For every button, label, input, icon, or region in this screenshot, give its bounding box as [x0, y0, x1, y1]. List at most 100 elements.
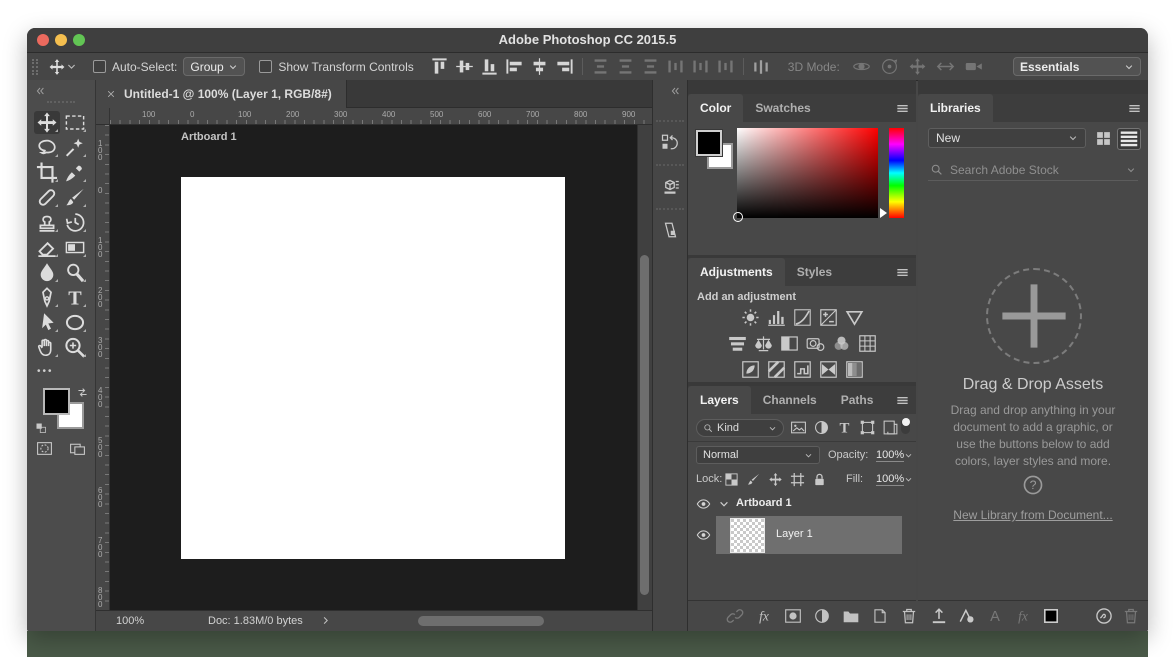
distribute-right-edges-icon[interactable]: [716, 57, 735, 76]
creative-cloud-icon[interactable]: [1095, 607, 1113, 625]
screen-mode-button[interactable]: [68, 440, 87, 457]
distribute-horizontal-centers-icon[interactable]: [691, 57, 710, 76]
vertical-scrollbar[interactable]: [637, 125, 652, 610]
color-balance-adjustment-icon[interactable]: [754, 334, 773, 353]
new-library-from-document-link[interactable]: New Library from Document...: [918, 508, 1148, 522]
filter-shape-layers-icon[interactable]: [859, 419, 876, 436]
expand-panels-icon[interactable]: [669, 85, 681, 97]
align-right-edges-icon[interactable]: [555, 57, 574, 76]
layer-row-layer-1[interactable]: Layer 1: [688, 516, 916, 554]
foreground-color-swatch[interactable]: [696, 130, 722, 156]
gradient-map-adjustment-icon[interactable]: [819, 360, 838, 379]
fill-chevron-icon[interactable]: [904, 475, 913, 484]
align-top-edges-icon[interactable]: [430, 57, 449, 76]
add-graphic-icon[interactable]: [930, 607, 948, 625]
rectangular-marquee-tool[interactable]: [62, 111, 88, 134]
saturation-brightness-field[interactable]: [737, 128, 878, 218]
crop-tool[interactable]: [34, 161, 60, 184]
lock-position-icon[interactable]: [768, 472, 783, 487]
distribute-left-edges-icon[interactable]: [666, 57, 685, 76]
auto-select-checkbox[interactable]: [93, 60, 106, 73]
tab-libraries[interactable]: Libraries: [918, 94, 993, 122]
grid-view-icon[interactable]: [1095, 130, 1112, 147]
tab-paths[interactable]: Paths: [829, 386, 886, 414]
color-panel-menu-icon[interactable]: [895, 101, 910, 116]
title-bar[interactable]: Adobe Photoshop CC 2015.5: [27, 28, 1148, 53]
link-layers-icon[interactable]: [726, 607, 744, 625]
dodge-tool[interactable]: [62, 261, 88, 284]
options-bar-grip[interactable]: [32, 59, 38, 75]
gradient-tool[interactable]: [62, 236, 88, 259]
ellipse-tool[interactable]: [62, 311, 88, 334]
layer-filter-toggle[interactable]: [901, 418, 910, 434]
horizontal-scrollbar-thumb[interactable]: [418, 616, 544, 626]
quick-mask-button[interactable]: [35, 440, 54, 457]
lasso-tool[interactable]: [34, 136, 60, 159]
new-adjustment-layer-icon[interactable]: [813, 607, 831, 625]
list-view-button[interactable]: [1117, 128, 1141, 150]
zoom-level-field[interactable]: 100%: [116, 615, 144, 627]
3d-pan-icon[interactable]: [908, 57, 927, 76]
artboard-label[interactable]: Artboard 1: [181, 131, 237, 143]
path-selection-tool[interactable]: [34, 311, 60, 334]
tab-swatches[interactable]: Swatches: [743, 94, 822, 122]
invert-adjustment-icon[interactable]: [741, 360, 760, 379]
canvas[interactable]: Artboard 1: [110, 125, 637, 610]
hue-saturation-adjustment-icon[interactable]: [728, 334, 747, 353]
tab-layers[interactable]: Layers: [688, 386, 751, 414]
tab-color[interactable]: Color: [688, 94, 743, 122]
history-brush-tool[interactable]: [62, 211, 88, 234]
3d-orbit-icon[interactable]: [852, 57, 871, 76]
move-tool[interactable]: [34, 111, 60, 134]
exposure-adjustment-icon[interactable]: [819, 308, 838, 327]
collapse-tools-icon[interactable]: [34, 85, 46, 97]
distribute-bottom-edges-icon[interactable]: [641, 57, 660, 76]
add-layer-mask-icon[interactable]: [784, 607, 802, 625]
type-tool[interactable]: T: [62, 286, 88, 309]
layer-style-icon[interactable]: fx: [755, 607, 773, 625]
color-lookup-adjustment-icon[interactable]: [858, 334, 877, 353]
history-panel-icon[interactable]: [656, 120, 684, 156]
threshold-adjustment-icon[interactable]: [793, 360, 812, 379]
tab-styles[interactable]: Styles: [785, 258, 844, 286]
delete-layer-icon[interactable]: [900, 607, 918, 625]
vertical-scrollbar-thumb[interactable]: [640, 255, 649, 595]
libraries-panel-menu-icon[interactable]: [1127, 101, 1142, 116]
selective-color-adjustment-icon[interactable]: [845, 360, 864, 379]
layer-visibility-icon[interactable]: [696, 528, 711, 543]
align-bottom-edges-icon[interactable]: [480, 57, 499, 76]
lock-image-pixels-icon[interactable]: [746, 472, 761, 487]
layer-row-artboard-1[interactable]: Artboard 1: [688, 492, 916, 516]
distribute-top-edges-icon[interactable]: [591, 57, 610, 76]
3d-camera-icon[interactable]: [964, 57, 983, 76]
filter-pixel-layers-icon[interactable]: [790, 419, 807, 436]
vertical-ruler[interactable]: 1 0 001 0 02 0 03 0 04 0 05 0 06 0 07 0 …: [96, 125, 110, 610]
eyedropper-tool[interactable]: [62, 161, 88, 184]
spot-healing-brush-tool[interactable]: [34, 186, 60, 209]
delete-item-icon[interactable]: [1122, 607, 1140, 625]
horizontal-scrollbar[interactable]: [418, 616, 544, 626]
pen-tool[interactable]: [34, 286, 60, 309]
drop-target-circle[interactable]: [986, 268, 1082, 364]
adjustments-panel-menu-icon[interactable]: [895, 265, 910, 280]
brightness-contrast-adjustment-icon[interactable]: [741, 308, 760, 327]
add-shape-icon[interactable]: [958, 607, 976, 625]
document-tab[interactable]: Untitled-1 @ 100% (Layer 1, RGB/8#): [96, 80, 347, 108]
vibrance-adjustment-icon[interactable]: [845, 308, 864, 327]
horizontal-ruler[interactable]: 1000100200300400500600700800900: [110, 108, 652, 125]
brush-tool[interactable]: [62, 186, 88, 209]
black-and-white-adjustment-icon[interactable]: [780, 334, 799, 353]
tab-channels[interactable]: Channels: [751, 386, 829, 414]
hue-slider[interactable]: [889, 128, 904, 218]
distribute-spacing-icon[interactable]: [752, 58, 770, 76]
blur-tool[interactable]: [34, 261, 60, 284]
3d-roll-icon[interactable]: [880, 57, 899, 76]
opacity-chevron-icon[interactable]: [904, 451, 913, 460]
status-options-chevron-icon[interactable]: [320, 615, 331, 626]
channel-mixer-adjustment-icon[interactable]: [832, 334, 851, 353]
clone-stamp-tool[interactable]: [34, 211, 60, 234]
add-foreground-color-icon[interactable]: [1042, 607, 1060, 625]
properties-panel-icon[interactable]: [656, 164, 684, 200]
default-colors-icon[interactable]: [35, 422, 47, 434]
eraser-tool[interactable]: [34, 236, 60, 259]
